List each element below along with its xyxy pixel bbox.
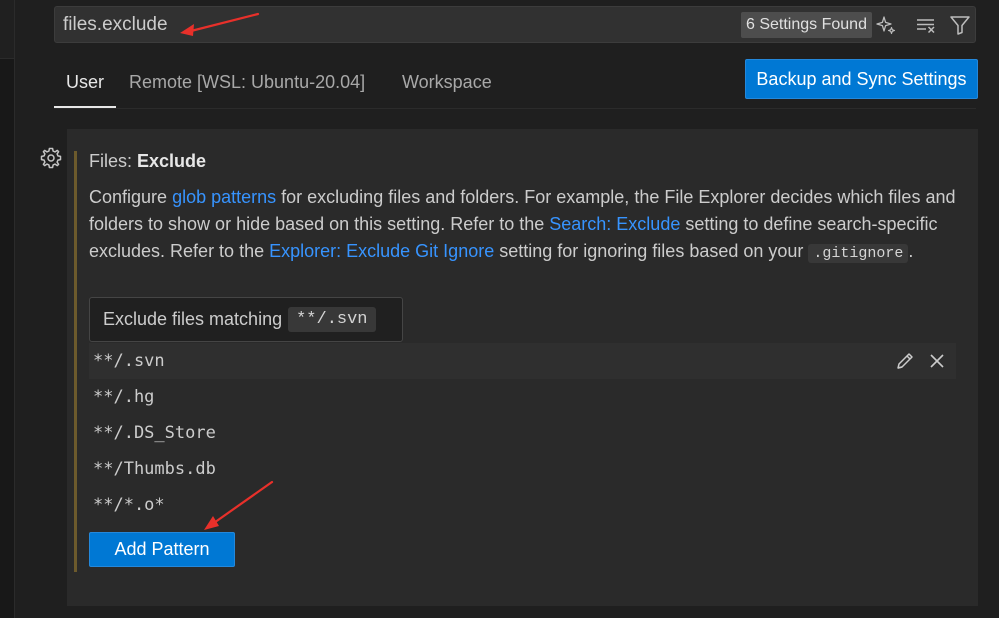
add-pattern-button[interactable]: Add Pattern [89,532,235,567]
settings-search-box: 6 Settings Found [54,6,976,43]
glob-patterns-link[interactable]: glob patterns [172,187,276,207]
gutter-header [0,0,14,59]
gitignore-code: .gitignore [808,244,909,263]
list-item[interactable]: **/*.o* [89,487,956,523]
search-exclude-link[interactable]: Search: Exclude [549,214,680,234]
edit-pencil-icon[interactable] [894,350,916,372]
search-input[interactable] [63,13,663,37]
setting-title: Files: Exclude [89,151,206,172]
settings-editor: 6 Settings Found User Remote [WSL: Ubu [0,0,999,618]
list-item[interactable]: **/Thumbs.db [89,451,956,487]
backup-and-sync-button[interactable]: Backup and Sync Settings [745,59,978,99]
list-item[interactable]: **/.DS_Store [89,415,956,451]
tooltip-code: **/.svn [288,307,376,332]
pattern-tooltip: Exclude files matching **/.svn [89,297,403,342]
setting-category: Files: [89,151,138,171]
sparkle-icon[interactable] [873,12,899,38]
list-item[interactable]: **/.hg [89,379,956,415]
tab-remote-wsl[interactable]: Remote [WSL: Ubuntu-20.04] [129,72,365,93]
tooltip-text: Exclude files matching [103,309,283,329]
left-gutter [0,0,15,618]
clear-filter-icon[interactable] [913,12,939,38]
row-actions [894,350,948,372]
pattern-value: **/.DS_Store [93,423,216,443]
tab-workspace[interactable]: Workspace [402,72,492,93]
filter-icon[interactable] [947,12,973,38]
pattern-value: **/.svn [93,351,165,371]
active-tab-indicator [54,106,116,108]
pattern-value: **/.hg [93,387,155,407]
list-item[interactable]: **/.svn [89,343,956,379]
setting-name: Exclude [137,151,207,171]
modified-indicator [74,151,77,572]
explorer-exclude-git-ignore-link[interactable]: Explorer: Exclude Git Ignore [269,241,494,261]
pattern-value: **/Thumbs.db [93,459,216,479]
close-icon[interactable] [926,350,948,372]
setting-description: Configure glob patterns for excluding fi… [89,184,959,267]
desc-text: setting for ignoring files based on your [494,241,809,261]
results-count-badge: 6 Settings Found [741,12,872,38]
pattern-value: **/*.o* [93,495,165,515]
exclude-pattern-list: **/.svn **/.hg **/.DS_Store **/Thumbs.db… [89,343,956,523]
desc-text: Configure [89,187,173,207]
desc-text: . [908,241,914,261]
tab-user[interactable]: User [66,72,104,93]
gear-icon[interactable] [39,146,63,170]
